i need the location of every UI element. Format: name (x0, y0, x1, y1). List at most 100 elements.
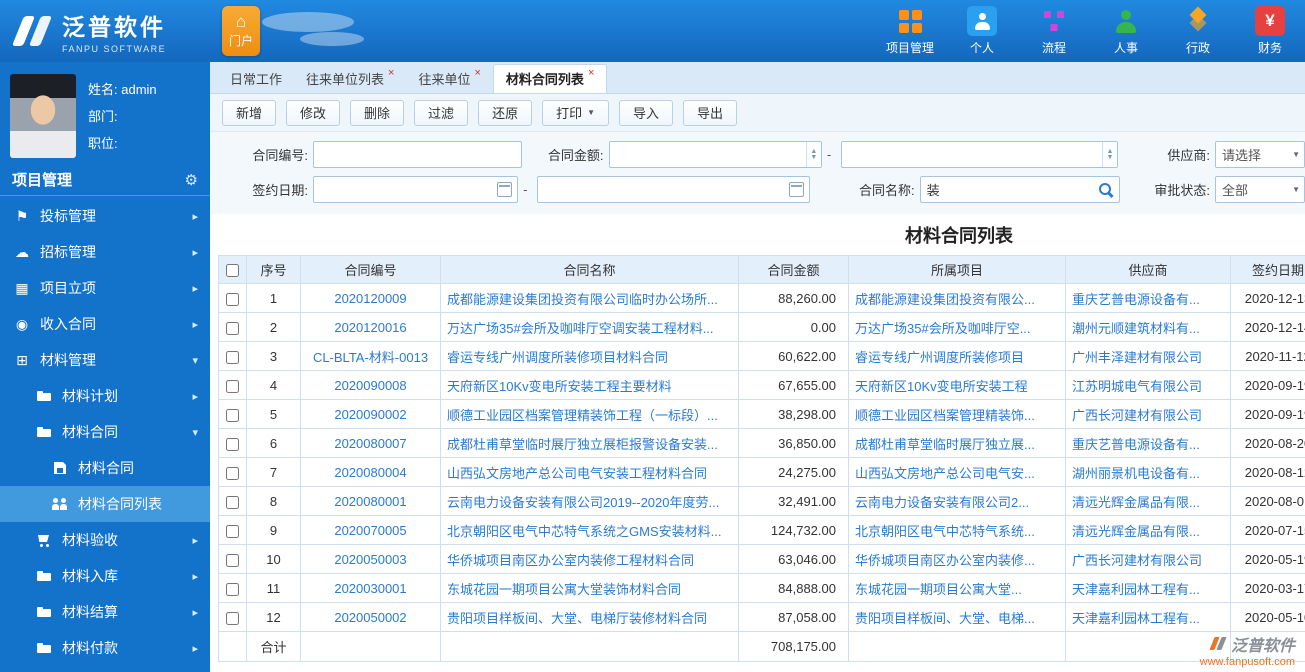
row-checkbox[interactable] (226, 553, 239, 567)
sign-date-start-input[interactable] (313, 176, 519, 203)
close-icon[interactable]: × (388, 60, 394, 87)
supplier-link[interactable]: 重庆艺普电源设备有... (1072, 437, 1200, 452)
amount-max-input[interactable] (841, 141, 1118, 168)
contract-no-input[interactable] (313, 141, 522, 168)
sidebar-item-material-plan[interactable]: 材料计划 ▸ (0, 378, 210, 414)
sidebar-item-material-contract[interactable]: 材料合同 ▾ (0, 414, 210, 450)
calendar-icon[interactable] (497, 182, 513, 197)
nav-item-personal[interactable]: 个人 (951, 6, 1013, 56)
supplier-link[interactable]: 清远光辉金属品有限... (1072, 495, 1200, 510)
filter-button[interactable]: 过滤 (414, 99, 469, 126)
nav-item-admin[interactable]: 行政 (1167, 6, 1229, 56)
select-all-checkbox[interactable] (226, 264, 239, 278)
project-link[interactable]: 贵阳项目样板间、大堂、电梯... (855, 611, 1035, 626)
nav-item-finance[interactable]: ¥ 财务 (1239, 6, 1301, 56)
contract-code-link[interactable]: 2020120009 (334, 291, 406, 306)
contract-code-link[interactable]: 2020070005 (334, 523, 406, 538)
project-link[interactable]: 云南电力设备安装有限公司2... (855, 495, 1029, 510)
supplier-link[interactable]: 重庆艺普电源设备有... (1072, 292, 1200, 307)
spinner-down-icon[interactable]: ▼ (810, 154, 817, 161)
contract-code-link[interactable]: 2020090002 (334, 407, 406, 422)
contract-code-link[interactable]: 2020050003 (334, 552, 406, 567)
print-button[interactable]: 打印 ▼ (542, 99, 610, 126)
contract-name-link[interactable]: 万达广场35#会所及咖啡厅空调安装工程材料... (447, 321, 714, 336)
project-link[interactable]: 顺德工业园区档案管理精装饰... (855, 408, 1035, 423)
delete-button[interactable]: 删除 (350, 99, 405, 126)
contract-name-link[interactable]: 华侨城项目南区办公室内装修工程材料合同 (447, 553, 694, 568)
contract-name-link[interactable]: 北京朝阳区电气中芯特气系统之GMS安装材料... (447, 524, 721, 539)
sidebar-item-material-settlement[interactable]: 材料结算 ▸ (0, 594, 210, 630)
tab-counterparty[interactable]: 往来单位 × (406, 66, 492, 93)
sidebar-item-project-initiation[interactable]: ▦ 项目立项 ▸ (0, 270, 210, 306)
contract-name-link[interactable]: 贵阳项目样板间、大堂、电梯厅装修材料合同 (447, 611, 707, 626)
sidebar-item-material-payment[interactable]: 材料付款 ▸ (0, 630, 210, 666)
contract-name-link[interactable]: 云南电力设备安装有限公司2019--2020年度劳... (447, 495, 719, 510)
contract-code-link[interactable]: 2020080007 (334, 436, 406, 451)
gear-icon[interactable]: ⚙ (185, 166, 198, 196)
row-checkbox[interactable] (226, 524, 239, 538)
row-checkbox[interactable] (226, 611, 239, 625)
contract-name-link[interactable]: 天府新区10Kv变电所安装工程主要材料 (447, 379, 672, 394)
portal-button[interactable]: ⌂ 门户 (222, 6, 260, 56)
supplier-link[interactable]: 湖州丽景机电设备有... (1072, 466, 1200, 481)
number-spinner[interactable]: ▲ ▼ (1102, 142, 1117, 167)
nav-item-workflow[interactable]: 流程 (1023, 6, 1085, 56)
contract-code-link[interactable]: 2020030001 (334, 581, 406, 596)
supplier-link[interactable]: 广州丰泽建材有限公司 (1072, 350, 1202, 365)
nav-item-project-management[interactable]: 项目管理 (879, 6, 941, 56)
project-link[interactable]: 万达广场35#会所及咖啡厅空... (855, 321, 1031, 336)
row-checkbox[interactable] (226, 437, 239, 451)
sidebar-item-material-acceptance[interactable]: 材料验收 ▸ (0, 522, 210, 558)
contract-code-link[interactable]: 2020050002 (334, 610, 406, 625)
supplier-link[interactable]: 清远光辉金属品有限... (1072, 524, 1200, 539)
sidebar-item-bid-management[interactable]: ⚑ 投标管理 ▸ (0, 198, 210, 234)
amount-min-input[interactable] (608, 141, 822, 168)
contract-code-link[interactable]: 2020090008 (334, 378, 406, 393)
supplier-link[interactable]: 潮州元顺建筑材料有... (1072, 321, 1200, 336)
number-spinner[interactable]: ▲ ▼ (805, 142, 821, 167)
close-icon[interactable]: × (474, 60, 480, 87)
sidebar-item-material-contract-list[interactable]: 材料合同列表 (0, 486, 210, 522)
sidebar-item-material-contract-entry[interactable]: 材料合同 (0, 450, 210, 486)
spinner-down-icon[interactable]: ▼ (1107, 154, 1114, 161)
contract-name-input[interactable] (919, 176, 1120, 203)
tab-counterparty-list[interactable]: 往来单位列表 × (294, 66, 406, 93)
contract-name-link[interactable]: 山西弘文房地产总公司电气安装工程材料合同 (447, 466, 707, 481)
row-checkbox[interactable] (226, 350, 239, 364)
add-button[interactable]: 新增 (222, 99, 277, 126)
edit-button[interactable]: 修改 (286, 99, 341, 126)
restore-button[interactable]: 还原 (478, 99, 533, 126)
supplier-link[interactable]: 天津嘉利园林工程有... (1072, 611, 1200, 626)
project-link[interactable]: 成都能源建设集团投资有限公... (855, 292, 1035, 307)
supplier-link[interactable]: 江苏明城电气有限公司 (1072, 379, 1202, 394)
project-link[interactable]: 东城花园一期项目公寓大堂... (855, 582, 1022, 597)
approval-status-select[interactable]: 全部 ▼ (1215, 176, 1305, 203)
row-checkbox[interactable] (226, 321, 239, 335)
project-link[interactable]: 北京朝阳区电气中芯特气系统... (855, 524, 1035, 539)
tab-daily-work[interactable]: 日常工作 (218, 66, 294, 93)
contract-code-link[interactable]: 2020120016 (334, 320, 406, 335)
sidebar-item-tender-management[interactable]: ☁ 招标管理 ▸ (0, 234, 210, 270)
contract-code-link[interactable]: CL-BLTA-材料-0013 (313, 350, 428, 365)
supplier-link[interactable]: 广西长河建材有限公司 (1072, 408, 1202, 423)
calendar-icon[interactable] (788, 182, 804, 197)
project-link[interactable]: 华侨城项目南区办公室内装修... (855, 553, 1035, 568)
project-link[interactable]: 天府新区10Kv变电所安装工程 (855, 379, 1028, 394)
sidebar-item-material-inbound[interactable]: 材料入库 ▸ (0, 558, 210, 594)
tab-material-contract-list[interactable]: 材料合同列表 × (492, 64, 608, 93)
nav-item-hr[interactable]: 人事 (1095, 6, 1157, 56)
contract-code-link[interactable]: 2020080001 (334, 494, 406, 509)
sidebar-item-income-contract[interactable]: ◉ 收入合同 ▸ (0, 306, 210, 342)
contract-name-link[interactable]: 睿运专线广州调度所装修项目材料合同 (447, 350, 668, 365)
contract-name-link[interactable]: 顺德工业园区档案管理精装饰工程（一标段）... (447, 408, 718, 423)
supplier-select[interactable]: 请选择 ▼ (1215, 141, 1305, 168)
row-checkbox[interactable] (226, 466, 239, 480)
contract-name-link[interactable]: 成都杜甫草堂临时展厅独立展柜报警设备安装... (447, 437, 718, 452)
supplier-link[interactable]: 广西长河建材有限公司 (1072, 553, 1202, 568)
close-icon[interactable]: × (588, 60, 594, 87)
supplier-link[interactable]: 天津嘉利园林工程有... (1072, 582, 1200, 597)
sidebar-item-material-management[interactable]: ⊞ 材料管理 ▾ (0, 342, 210, 378)
row-checkbox[interactable] (226, 379, 239, 393)
row-checkbox[interactable] (226, 582, 239, 596)
search-icon[interactable] (1098, 182, 1114, 198)
